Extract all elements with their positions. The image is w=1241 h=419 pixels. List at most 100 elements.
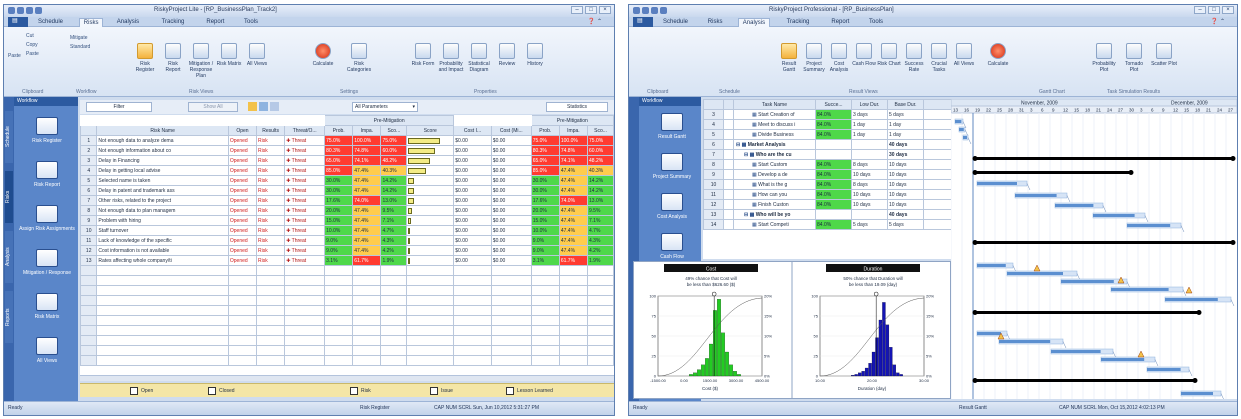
- show-all-button[interactable]: Show All: [188, 102, 238, 112]
- redo-icon[interactable]: [35, 7, 42, 14]
- column-header[interactable]: Prob.: [530, 125, 560, 136]
- task-name-cell[interactable]: ▦ Meet to discuss i: [733, 119, 816, 130]
- tab-tools[interactable]: Tools: [865, 18, 887, 27]
- close-button[interactable]: ×: [1222, 6, 1234, 14]
- score-cell[interactable]: 1.9%: [380, 255, 408, 266]
- score-cell[interactable]: 4.2%: [587, 245, 614, 256]
- table-row[interactable]: 12 Cost information is not available Opene…: [80, 245, 614, 256]
- threat-cell[interactable]: ✚ Threat: [284, 155, 326, 166]
- base-duration-cell[interactable]: 1 day: [887, 119, 924, 130]
- sidebar-item-risk-report[interactable]: Risk Report: [18, 161, 76, 188]
- base-duration-cell[interactable]: 30 days: [887, 149, 924, 160]
- statistics-button[interactable]: Statistics: [546, 102, 608, 112]
- threat-cell[interactable]: ✚ Threat: [284, 165, 326, 176]
- score-cell[interactable]: 48.2%: [380, 155, 408, 166]
- risk-name-cell[interactable]: Other risks, related to the project: [96, 195, 229, 206]
- score-cell[interactable]: 4.3%: [380, 235, 408, 246]
- score-cell[interactable]: 4.3%: [587, 235, 614, 246]
- probability-cell[interactable]: 20.0%: [530, 205, 560, 216]
- risk-name-cell[interactable]: Cost information is not available: [96, 245, 229, 256]
- cost-mitigation-cell[interactable]: $0.00: [490, 245, 532, 256]
- sidebar-item-cash-flow[interactable]: Cash Flow: [643, 233, 701, 260]
- result-cell[interactable]: Risk: [256, 175, 286, 186]
- score-cell[interactable]: 14.2%: [380, 175, 408, 186]
- base-duration-cell[interactable]: 40 days: [887, 139, 924, 150]
- probability-cell[interactable]: 10.0%: [324, 225, 354, 236]
- probability-cell[interactable]: 9.0%: [324, 235, 354, 246]
- probability-cell[interactable]: 75.0%: [324, 135, 354, 146]
- low-duration-cell[interactable]: [851, 209, 888, 220]
- cost-mitigation-cell[interactable]: $0.00: [490, 165, 532, 176]
- table-row[interactable]: 5 Selected name is taken Opened Risk ✚ Threa…: [80, 175, 614, 186]
- save-icon[interactable]: [17, 7, 24, 14]
- column-header[interactable]: Open: [227, 125, 258, 136]
- task-bar[interactable]: [1101, 358, 1145, 361]
- base-duration-cell[interactable]: 10 days: [887, 179, 924, 190]
- impact-cell[interactable]: 47.4%: [558, 245, 589, 256]
- vtab-reports[interactable]: Reports: [5, 291, 13, 343]
- cost-impact-cell[interactable]: $0.00: [453, 155, 492, 166]
- task-bar[interactable]: [1165, 298, 1218, 301]
- summary-bar[interactable]: [975, 171, 1131, 174]
- filter-button[interactable]: Filter: [86, 102, 152, 112]
- cost-mitigation-cell[interactable]: $0.00: [490, 235, 532, 246]
- view-all-views-button[interactable]: All Views: [952, 43, 976, 67]
- probability-cell[interactable]: 75.0%: [530, 135, 560, 146]
- status-cell[interactable]: Opened: [227, 185, 258, 196]
- quick-access-toolbar[interactable]: [633, 7, 667, 14]
- table-row[interactable]: 3 Delay in Financing Opened Risk ✚ Threat 65.…: [80, 155, 614, 166]
- view-risk-report-button[interactable]: Risk Report: [160, 43, 186, 73]
- impact-cell[interactable]: 47.4%: [558, 205, 589, 216]
- status-cell[interactable]: Opened: [227, 135, 258, 146]
- cost-mitigation-cell[interactable]: $0.00: [490, 145, 532, 156]
- view-success-rate-button[interactable]: Success Rate: [902, 43, 926, 73]
- result-cell[interactable]: Risk: [256, 145, 286, 156]
- threat-cell[interactable]: ✚ Threat: [284, 175, 326, 186]
- task-bar[interactable]: [977, 182, 1017, 185]
- impact-cell[interactable]: 100.0%: [558, 135, 589, 146]
- impact-cell[interactable]: 47.4%: [352, 245, 382, 256]
- threat-cell[interactable]: ✚ Threat: [284, 225, 326, 236]
- probability-cell[interactable]: 65.0%: [324, 155, 354, 166]
- threat-cell[interactable]: ✚ Threat: [284, 235, 326, 246]
- impact-cell[interactable]: 74.0%: [558, 195, 589, 206]
- gantt-chart[interactable]: November, 2009 December, 200913 16 19 22 25 28…: [951, 99, 1237, 399]
- status-cell[interactable]: Opened: [227, 215, 258, 226]
- impact-cell[interactable]: 47.4%: [558, 185, 589, 196]
- probability-cell[interactable]: 17.6%: [324, 195, 354, 206]
- cost-histogram-percentile-handle[interactable]: [711, 291, 717, 297]
- app-icon[interactable]: [8, 7, 15, 14]
- column-header[interactable]: Sco...: [587, 125, 614, 136]
- result-cell[interactable]: Risk: [256, 205, 286, 216]
- view-risk-matrix-button[interactable]: Risk Matrix: [216, 43, 242, 67]
- success-cell[interactable]: [815, 139, 852, 150]
- cost-mitigation-cell[interactable]: $0.00: [490, 225, 532, 236]
- cost-impact-cell[interactable]: $0.00: [453, 195, 492, 206]
- threat-cell[interactable]: ✚ Threat: [284, 185, 326, 196]
- cost-impact-cell[interactable]: $0.00: [453, 205, 492, 216]
- workflow-mitigate-button[interactable]: Mitigate: [70, 35, 88, 41]
- table-row[interactable]: 8 Not enough data to plan managem Opened Ri…: [80, 205, 614, 216]
- risk-name-cell[interactable]: Not enough information about co: [96, 145, 229, 156]
- status-cell[interactable]: Opened: [227, 155, 258, 166]
- risk-name-cell[interactable]: Selected name is taken: [96, 175, 229, 186]
- threat-cell[interactable]: ✚ Threat: [284, 205, 326, 216]
- cost-impact-cell[interactable]: $0.00: [453, 165, 492, 176]
- probability-cell[interactable]: 30.0%: [324, 175, 354, 186]
- view-cash-flow-button[interactable]: Cash Flow: [852, 43, 876, 67]
- view-cost-analysis-button[interactable]: Cost Analysis: [827, 43, 851, 73]
- success-cell[interactable]: [815, 209, 852, 220]
- collapse-icon[interactable]: ⊟ ▦: [744, 212, 756, 218]
- tab-report[interactable]: Report: [202, 18, 228, 27]
- score-cell[interactable]: 7.1%: [380, 215, 408, 226]
- success-cell[interactable]: 84.0%: [815, 179, 852, 190]
- cost-impact-cell[interactable]: $0.00: [453, 135, 492, 146]
- sidebar-item-risk-matrix[interactable]: Risk Matrix: [18, 293, 76, 320]
- table-row[interactable]: 10 Staff turnover Opened Risk ✚ Threat 10.0% 4…: [80, 225, 614, 236]
- impact-cell[interactable]: 61.7%: [352, 255, 382, 266]
- undo-icon[interactable]: [651, 7, 658, 14]
- help-icon[interactable]: ❓ ⌃: [1207, 18, 1229, 27]
- threat-cell[interactable]: ✚ Threat: [284, 135, 326, 146]
- tab-report[interactable]: Report: [827, 18, 853, 27]
- column-header[interactable]: Task Name: [733, 99, 816, 110]
